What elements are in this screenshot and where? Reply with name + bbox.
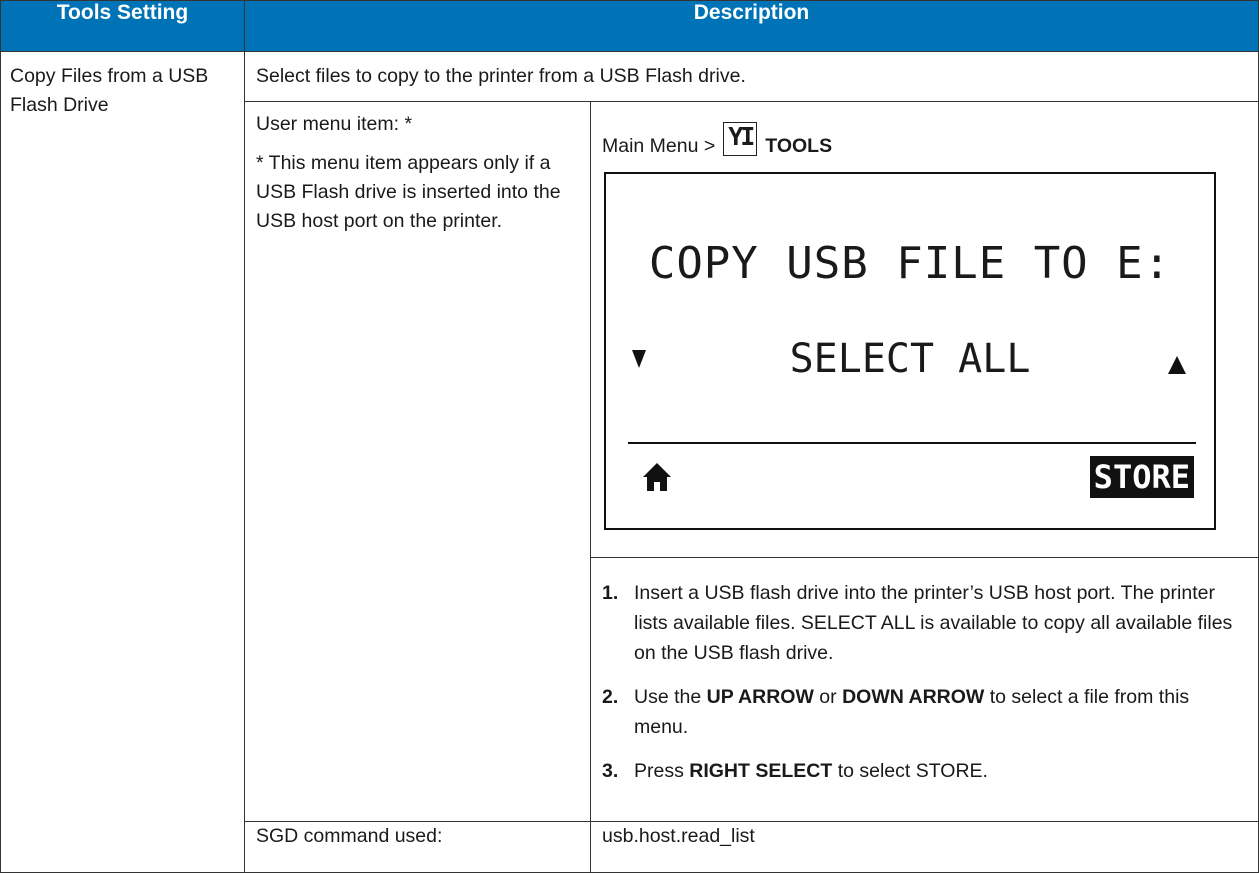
user-menu-note: * This menu item appears only if a USB F… — [256, 152, 561, 232]
menu-path-prefix: Main Menu > — [602, 135, 716, 157]
sgd-label-cell: SGD command used: — [244, 821, 591, 873]
step-number: 3. — [602, 760, 619, 782]
setting-name: Copy Files from a USB Flash Drive — [10, 65, 209, 116]
step-item: 2. Use the UP ARROW or DOWN ARROW to sele… — [602, 682, 1246, 742]
sgd-value-cell: usb.host.read_list — [590, 821, 1259, 873]
header-row: Tools Setting Description — [0, 0, 1259, 52]
step-text: Press — [634, 760, 690, 782]
step-text: Insert a USB flash drive into the printe… — [634, 582, 1233, 664]
lcd-line-2: SELECT ALL — [789, 336, 1031, 382]
user-menu-cell: User menu item: * * This menu item appea… — [244, 101, 591, 822]
setting-name-cell: Copy Files from a USB Flash Drive — [0, 51, 245, 873]
sgd-value: usb.host.read_list — [602, 825, 755, 847]
sgd-label: SGD command used: — [256, 825, 443, 847]
step-emphasis: UP ARROW — [706, 686, 814, 708]
step-emphasis: DOWN ARROW — [842, 686, 985, 708]
header-tools-setting: Tools Setting — [0, 0, 245, 52]
step-item: 3. Press RIGHT SELECT to select STORE. — [602, 756, 1246, 786]
step-text: Use the — [634, 686, 707, 708]
lcd-divider — [628, 442, 1196, 444]
step-item: 1. Insert a USB flash drive into the prin… — [602, 578, 1246, 668]
summary-row: Copy Files from a USB Flash Drive Select… — [0, 51, 1259, 873]
step-text: or — [813, 686, 843, 708]
home-icon — [643, 463, 671, 491]
screen-cell: Main Menu > YI TOOLS COPY USB FILE TO E:… — [590, 101, 1259, 558]
lcd-softkey-store: STORE — [1089, 456, 1194, 498]
user-menu-label: User menu item: * — [256, 113, 413, 135]
summary-text: Select files to copy to the printer from… — [256, 65, 746, 87]
menu-path-section: TOOLS — [765, 135, 833, 157]
summary-cell: Select files to copy to the printer from… — [244, 51, 1259, 102]
tools-icon: YI — [723, 122, 758, 156]
steps-list: 1. Insert a USB flash drive into the prin… — [602, 578, 1246, 786]
tools-setting-table: Tools Setting Description Copy Files fro… — [0, 0, 1259, 873]
step-text: to select STORE. — [832, 760, 988, 782]
step-number: 2. — [602, 686, 619, 708]
header-description: Description — [244, 0, 1259, 52]
lcd-line-1: COPY USB FILE TO E: — [648, 238, 1172, 289]
tools-icon-glyph: YI — [728, 122, 755, 151]
step-emphasis: RIGHT SELECT — [689, 760, 833, 782]
steps-cell: 1. Insert a USB flash drive into the prin… — [590, 557, 1259, 822]
menu-path: Main Menu > YI TOOLS — [602, 102, 1258, 158]
up-arrow-icon — [1168, 356, 1186, 374]
step-number: 1. — [602, 582, 619, 604]
printer-lcd-display: COPY USB FILE TO E: SELECT ALL STORE — [604, 172, 1216, 530]
